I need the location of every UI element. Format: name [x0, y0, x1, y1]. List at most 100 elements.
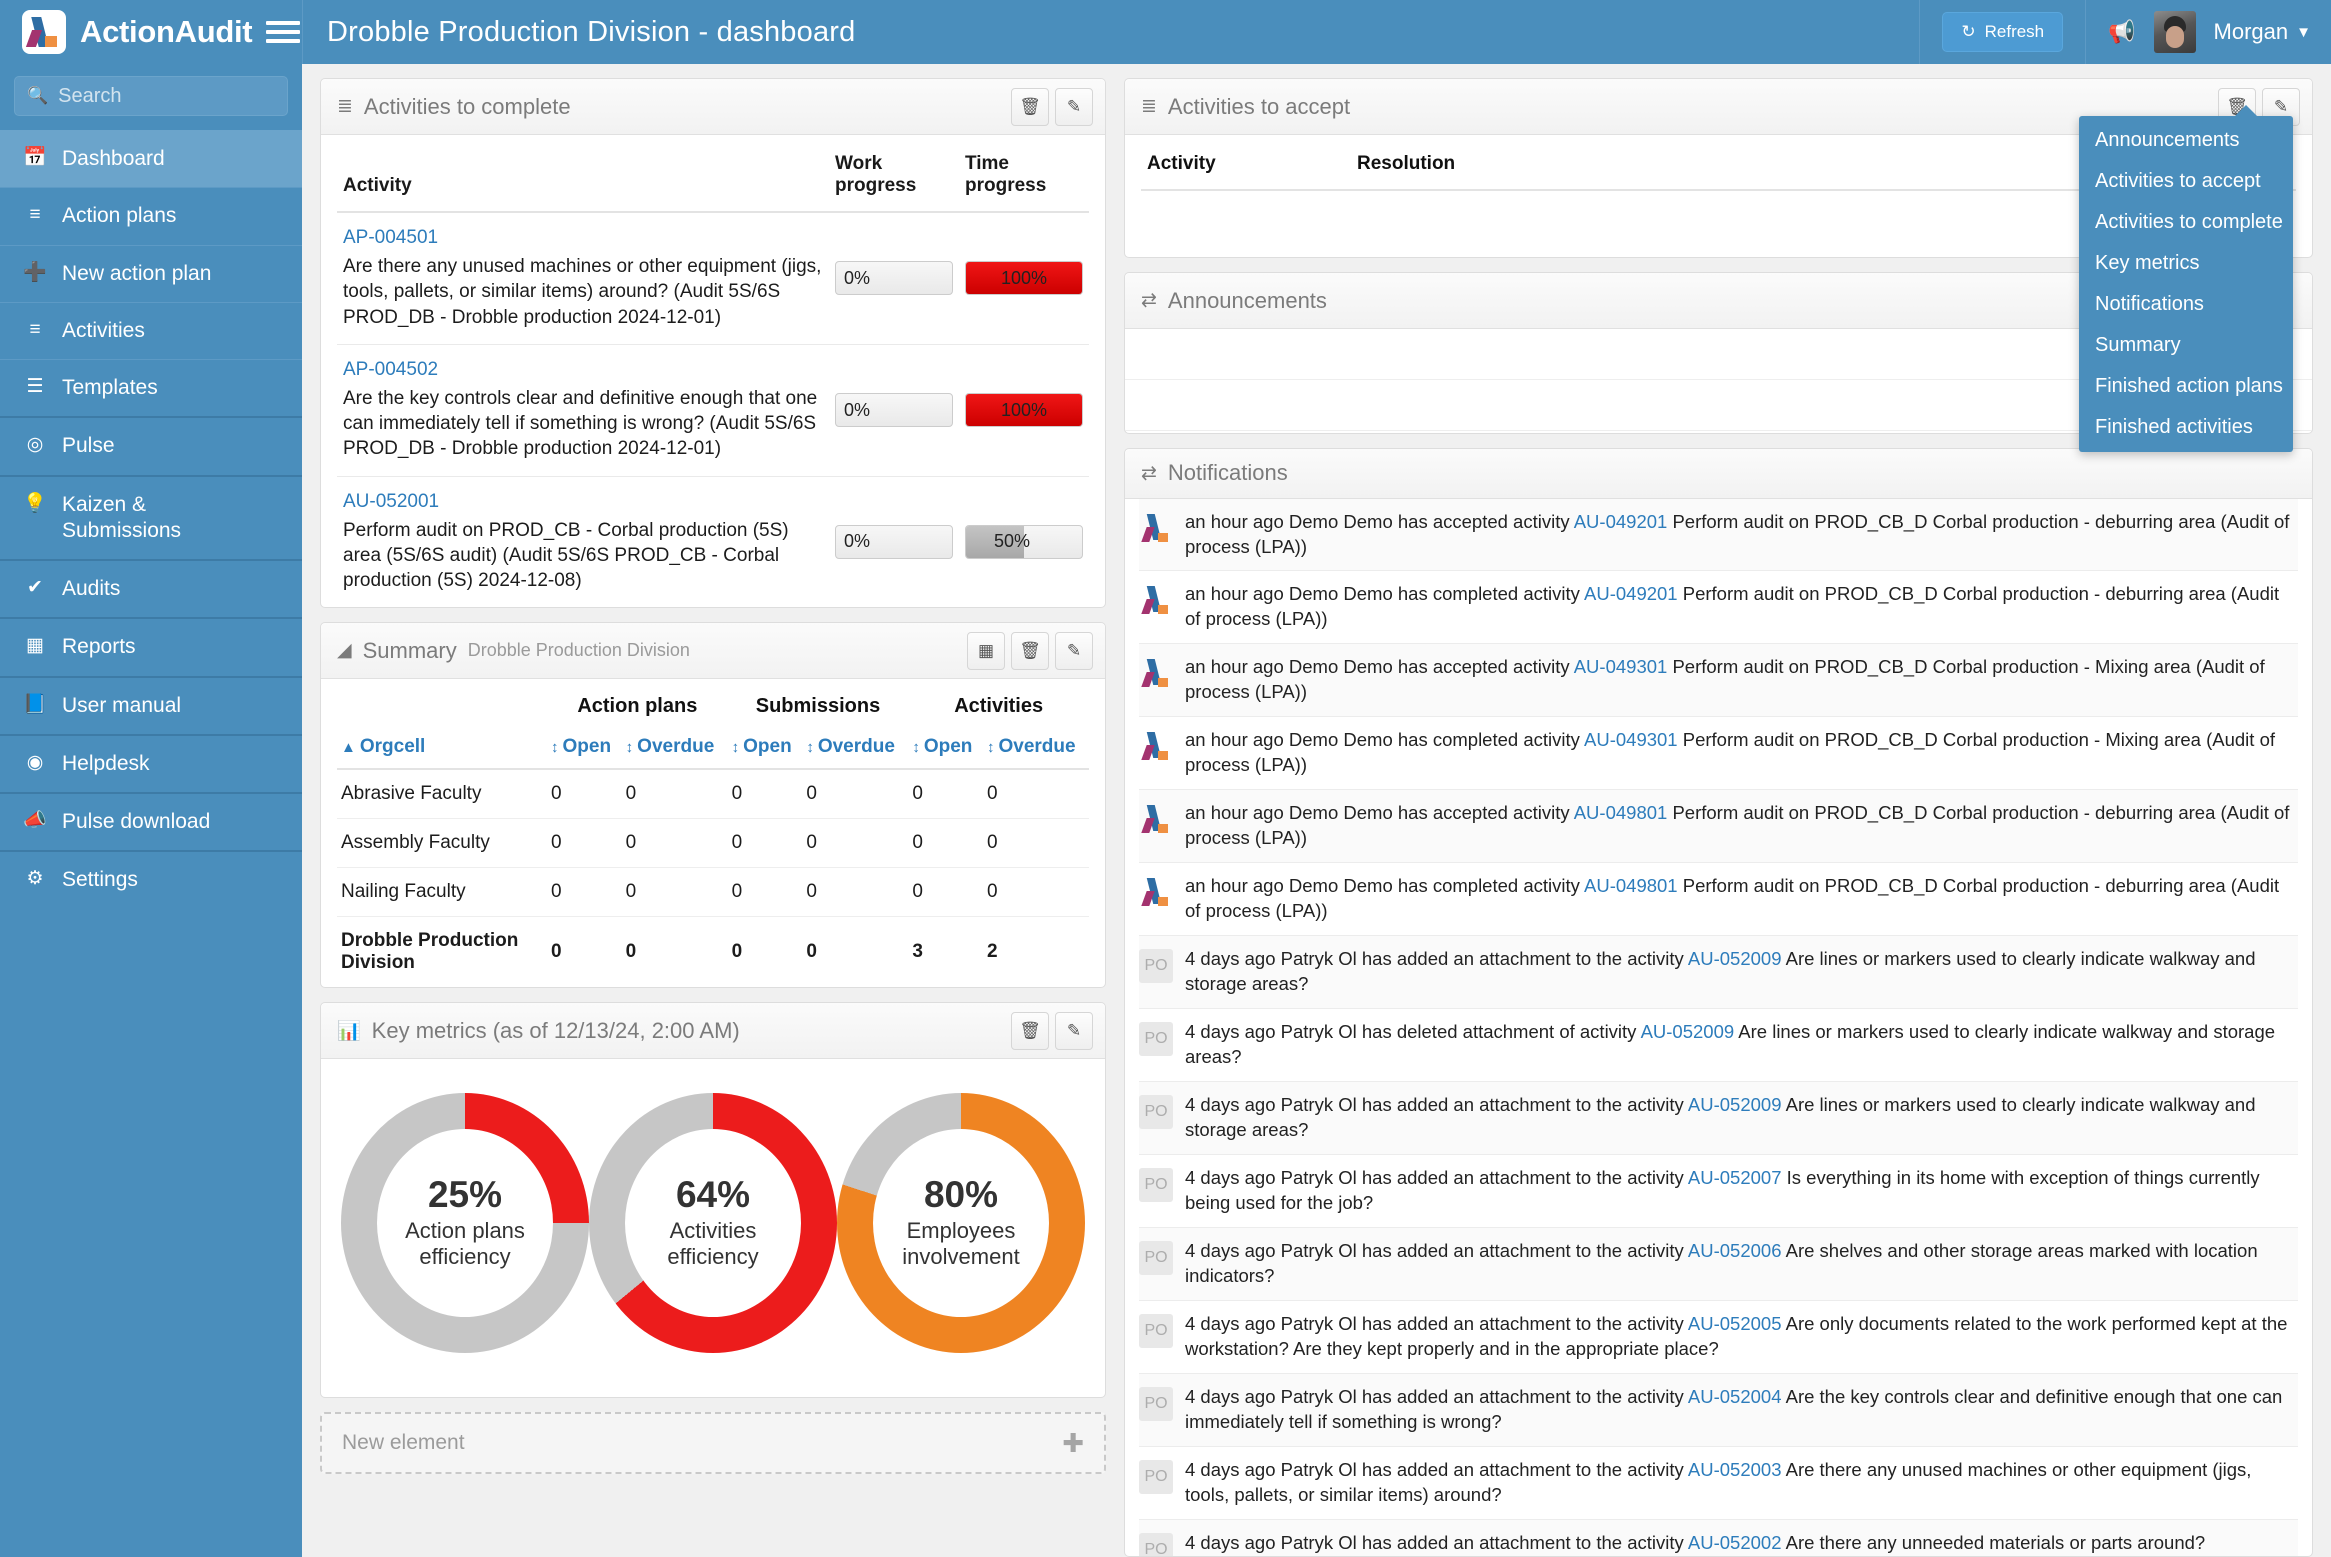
activity-link[interactable]: AU-052005 — [1688, 1313, 1782, 1334]
table-row: AP-004502 Are the key controls clear and… — [337, 344, 1089, 476]
actionaudit-logo-icon — [1139, 730, 1173, 764]
dropdown-item-activities-to-accept[interactable]: Activities to accept — [2079, 161, 2293, 202]
activity-link[interactable]: AU-049201 — [1574, 511, 1668, 532]
sidebar-item-label: Dashboard — [62, 146, 165, 172]
widget-type-dropdown[interactable]: AnnouncementsActivities to acceptActivit… — [2079, 116, 2293, 452]
notification-item[interactable]: an hour ago Demo Demo has accepted activ… — [1139, 644, 2298, 717]
notification-item[interactable]: an hour ago Demo Demo has accepted activ… — [1139, 499, 2298, 572]
activity-link[interactable]: AU-052009 — [1688, 1094, 1782, 1115]
activity-link[interactable]: AU-052007 — [1688, 1167, 1782, 1188]
sidebar-item-settings[interactable]: ⚙ Settings — [0, 850, 302, 908]
activity-link[interactable]: AP-004501 — [343, 227, 823, 249]
activity-link[interactable]: AU-052002 — [1688, 1532, 1782, 1553]
dropdown-item-summary[interactable]: Summary — [2079, 325, 2293, 366]
dropdown-item-announcements[interactable]: Announcements — [2079, 120, 2293, 161]
dropdown-item-finished-action-plans[interactable]: Finished action plans — [2079, 366, 2293, 407]
notification-item[interactable]: an hour ago Demo Demo has completed acti… — [1139, 863, 2298, 936]
hamburger-icon[interactable] — [266, 21, 300, 43]
notification-item[interactable]: an hour ago Demo Demo has completed acti… — [1139, 571, 2298, 644]
new-element-button[interactable]: New element ✚ — [320, 1412, 1106, 1474]
sort-sub-open[interactable]: ↕Open — [728, 730, 803, 769]
sidebar-item-audits[interactable]: ✔ Audits — [0, 559, 302, 617]
user-initials-avatar: PO — [1139, 1460, 1173, 1494]
notification-item[interactable]: PO4 days ago Patryk Ol has added an atta… — [1139, 1082, 2298, 1155]
sort-act-open[interactable]: ↕Open — [908, 730, 983, 769]
notification-item[interactable]: PO4 days ago Patryk Ol has added an atta… — [1139, 1301, 2298, 1374]
actionaudit-logo-icon — [1139, 803, 1173, 837]
panel-title: 📊 Key metrics (as of 12/13/24, 2:00 AM) — [337, 1018, 740, 1044]
sidebar-item-user-manual[interactable]: 📘 User manual — [0, 676, 302, 734]
sort-ap-open[interactable]: ↕Open — [547, 730, 622, 769]
sidebar-item-reports[interactable]: ▦ Reports — [0, 617, 302, 675]
sidebar-item-new-action-plan[interactable]: ➕ New action plan — [0, 245, 302, 302]
group-header-action-plans: Action plans — [547, 679, 728, 730]
notification-item[interactable]: an hour ago Demo Demo has accepted activ… — [1139, 790, 2298, 863]
sidebar-item-dashboard[interactable]: 📅 Dashboard — [0, 130, 302, 187]
sidebar-item-pulse-download[interactable]: 📣 Pulse download — [0, 792, 302, 850]
table-row: Assembly Faculty 0 0 0 0 0 0 — [337, 819, 1089, 868]
activity-link[interactable]: AU-052004 — [1688, 1386, 1782, 1407]
dropdown-item-finished-activities[interactable]: Finished activities — [2079, 407, 2293, 448]
notification-item[interactable]: an hour ago Demo Demo has completed acti… — [1139, 717, 2298, 790]
sort-sub-overdue[interactable]: ↕Overdue — [802, 730, 908, 769]
work-progress-bar: 0% — [835, 525, 953, 559]
sidebar-item-pulse[interactable]: ◎ Pulse — [0, 416, 302, 474]
dropdown-item-notifications[interactable]: Notifications — [2079, 284, 2293, 325]
search-box[interactable]: 🔍 — [14, 76, 288, 116]
edit-widget-button[interactable]: ✎ — [1055, 88, 1093, 126]
column-header-activity: Activity — [337, 135, 829, 212]
sidebar-item-action-plans[interactable]: ≡ Action plans — [0, 187, 302, 244]
user-initials-avatar: PO — [1139, 1095, 1173, 1129]
brand-area[interactable]: ActionAudit — [0, 0, 302, 64]
activity-link[interactable]: AU-049301 — [1584, 729, 1678, 750]
sidebar-item-helpdesk[interactable]: ◉ Helpdesk — [0, 734, 302, 792]
search-input[interactable] — [58, 85, 275, 108]
sidebar-item-label: User manual — [62, 693, 181, 719]
dropdown-item-key-metrics[interactable]: Key metrics — [2079, 243, 2293, 284]
table-row: Abrasive Faculty 0 0 0 0 0 0 — [337, 769, 1089, 819]
sort-ap-overdue[interactable]: ↕Overdue — [622, 730, 728, 769]
sort-act-overdue[interactable]: ↕Overdue — [983, 730, 1089, 769]
sort-orgcell[interactable]: ▲Orgcell — [337, 730, 547, 769]
activity-link[interactable]: AP-004502 — [343, 359, 823, 381]
notification-item[interactable]: PO4 days ago Patryk Ol has added an atta… — [1139, 936, 2298, 1009]
sliders-icon: ≣ — [337, 95, 353, 118]
dropdown-item-activities-to-complete[interactable]: Activities to complete — [2079, 202, 2293, 243]
notification-item[interactable]: PO4 days ago Patryk Ol has added an atta… — [1139, 1155, 2298, 1228]
activity-link[interactable]: AU-052003 — [1688, 1459, 1782, 1480]
delete-widget-button[interactable]: 🗑 — [1011, 88, 1049, 126]
panel-activities-to-complete: ≣ Activities to complete 🗑 ✎ Activity Wo… — [320, 78, 1106, 608]
avatar[interactable] — [2154, 11, 2196, 53]
delete-widget-button[interactable]: 🗑 — [1011, 632, 1049, 670]
activity-link[interactable]: AU-052006 — [1688, 1240, 1782, 1261]
table-view-button[interactable]: ▦ — [967, 632, 1005, 670]
notification-item[interactable]: PO4 days ago Patryk Ol has added an atta… — [1139, 1374, 2298, 1447]
edit-widget-button[interactable]: ✎ — [1055, 1012, 1093, 1050]
edit-widget-button[interactable]: ✎ — [1055, 632, 1093, 670]
sidebar-item-activities[interactable]: ≡ Activities — [0, 302, 302, 359]
sidebar-item-templates[interactable]: ☰ Templates — [0, 359, 302, 416]
user-menu[interactable]: Morgan ▼ — [2214, 19, 2311, 45]
activity-link[interactable]: AU-049201 — [1584, 583, 1678, 604]
activity-link[interactable]: AU-052009 — [1688, 948, 1782, 969]
notifications-list[interactable]: an hour ago Demo Demo has accepted activ… — [1125, 499, 2312, 1556]
donut-action-plans-efficiency: 25% Action plans efficiency — [341, 1093, 589, 1353]
summary-table: Action plans Submissions Activities ▲Org… — [337, 679, 1089, 987]
notification-item[interactable]: PO4 days ago Patryk Ol has added an atta… — [1139, 1228, 2298, 1301]
notification-item[interactable]: PO4 days ago Patryk Ol has added an atta… — [1139, 1447, 2298, 1520]
delete-widget-button[interactable]: 🗑 — [1011, 1012, 1049, 1050]
refresh-button[interactable]: ↻ Refresh — [1942, 12, 2063, 52]
megaphone-icon[interactable]: 📢 — [2108, 19, 2135, 45]
activity-link[interactable]: AU-052001 — [343, 491, 823, 513]
activity-link[interactable]: AU-049301 — [1574, 656, 1668, 677]
activity-link[interactable]: AU-052009 — [1641, 1021, 1735, 1042]
activity-link[interactable]: AU-049801 — [1584, 875, 1678, 896]
notification-text: 4 days ago Patryk Ol has added an attach… — [1185, 1239, 2292, 1289]
notification-item[interactable]: PO4 days ago Patryk Ol has deleted attac… — [1139, 1009, 2298, 1082]
bars-icon: ☰ — [22, 375, 48, 399]
sidebar-item-kaizen-submissions[interactable]: 💡 Kaizen & Submissions — [0, 475, 302, 560]
sidebar-item-label: New action plan — [62, 261, 211, 287]
activity-link[interactable]: AU-049801 — [1574, 802, 1668, 823]
notification-text: 4 days ago Patryk Ol has deleted attachm… — [1185, 1020, 2292, 1070]
notification-item[interactable]: PO4 days ago Patryk Ol has added an atta… — [1139, 1520, 2298, 1556]
